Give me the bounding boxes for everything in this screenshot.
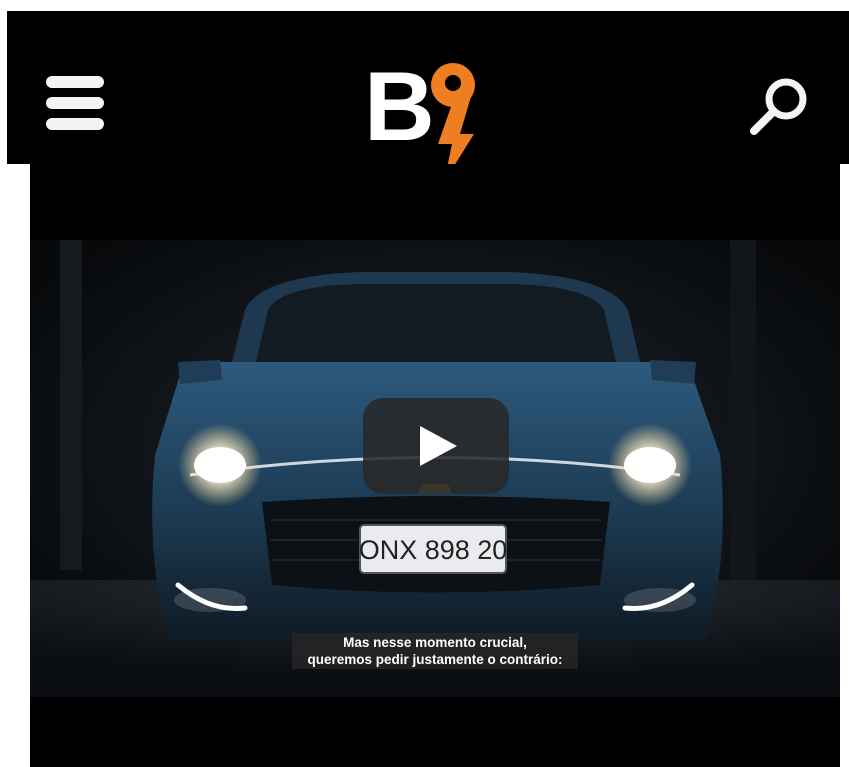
subtitle-line-2: queremos pedir justamente o contrário: xyxy=(307,652,563,667)
search-icon[interactable] xyxy=(748,76,810,138)
subtitle-line-1: Mas nesse momento crucial, xyxy=(343,635,527,650)
hamburger-menu-icon[interactable] xyxy=(46,76,104,130)
logo-b-letter: B xyxy=(364,58,435,161)
menu-bar-middle xyxy=(46,97,104,109)
menu-bar-top xyxy=(46,76,104,88)
logo-nine-hole xyxy=(445,75,461,91)
play-button[interactable] xyxy=(363,398,509,494)
video-subtitle: Mas nesse momento crucial, queremos pedi… xyxy=(292,633,578,669)
license-plate-text: ONX 898 20 xyxy=(359,535,508,565)
play-icon xyxy=(420,426,457,466)
video-player[interactable]: ONX 898 20 Mas nesse momento crucial, qu… xyxy=(30,240,840,697)
menu-bar-bottom xyxy=(46,118,104,130)
